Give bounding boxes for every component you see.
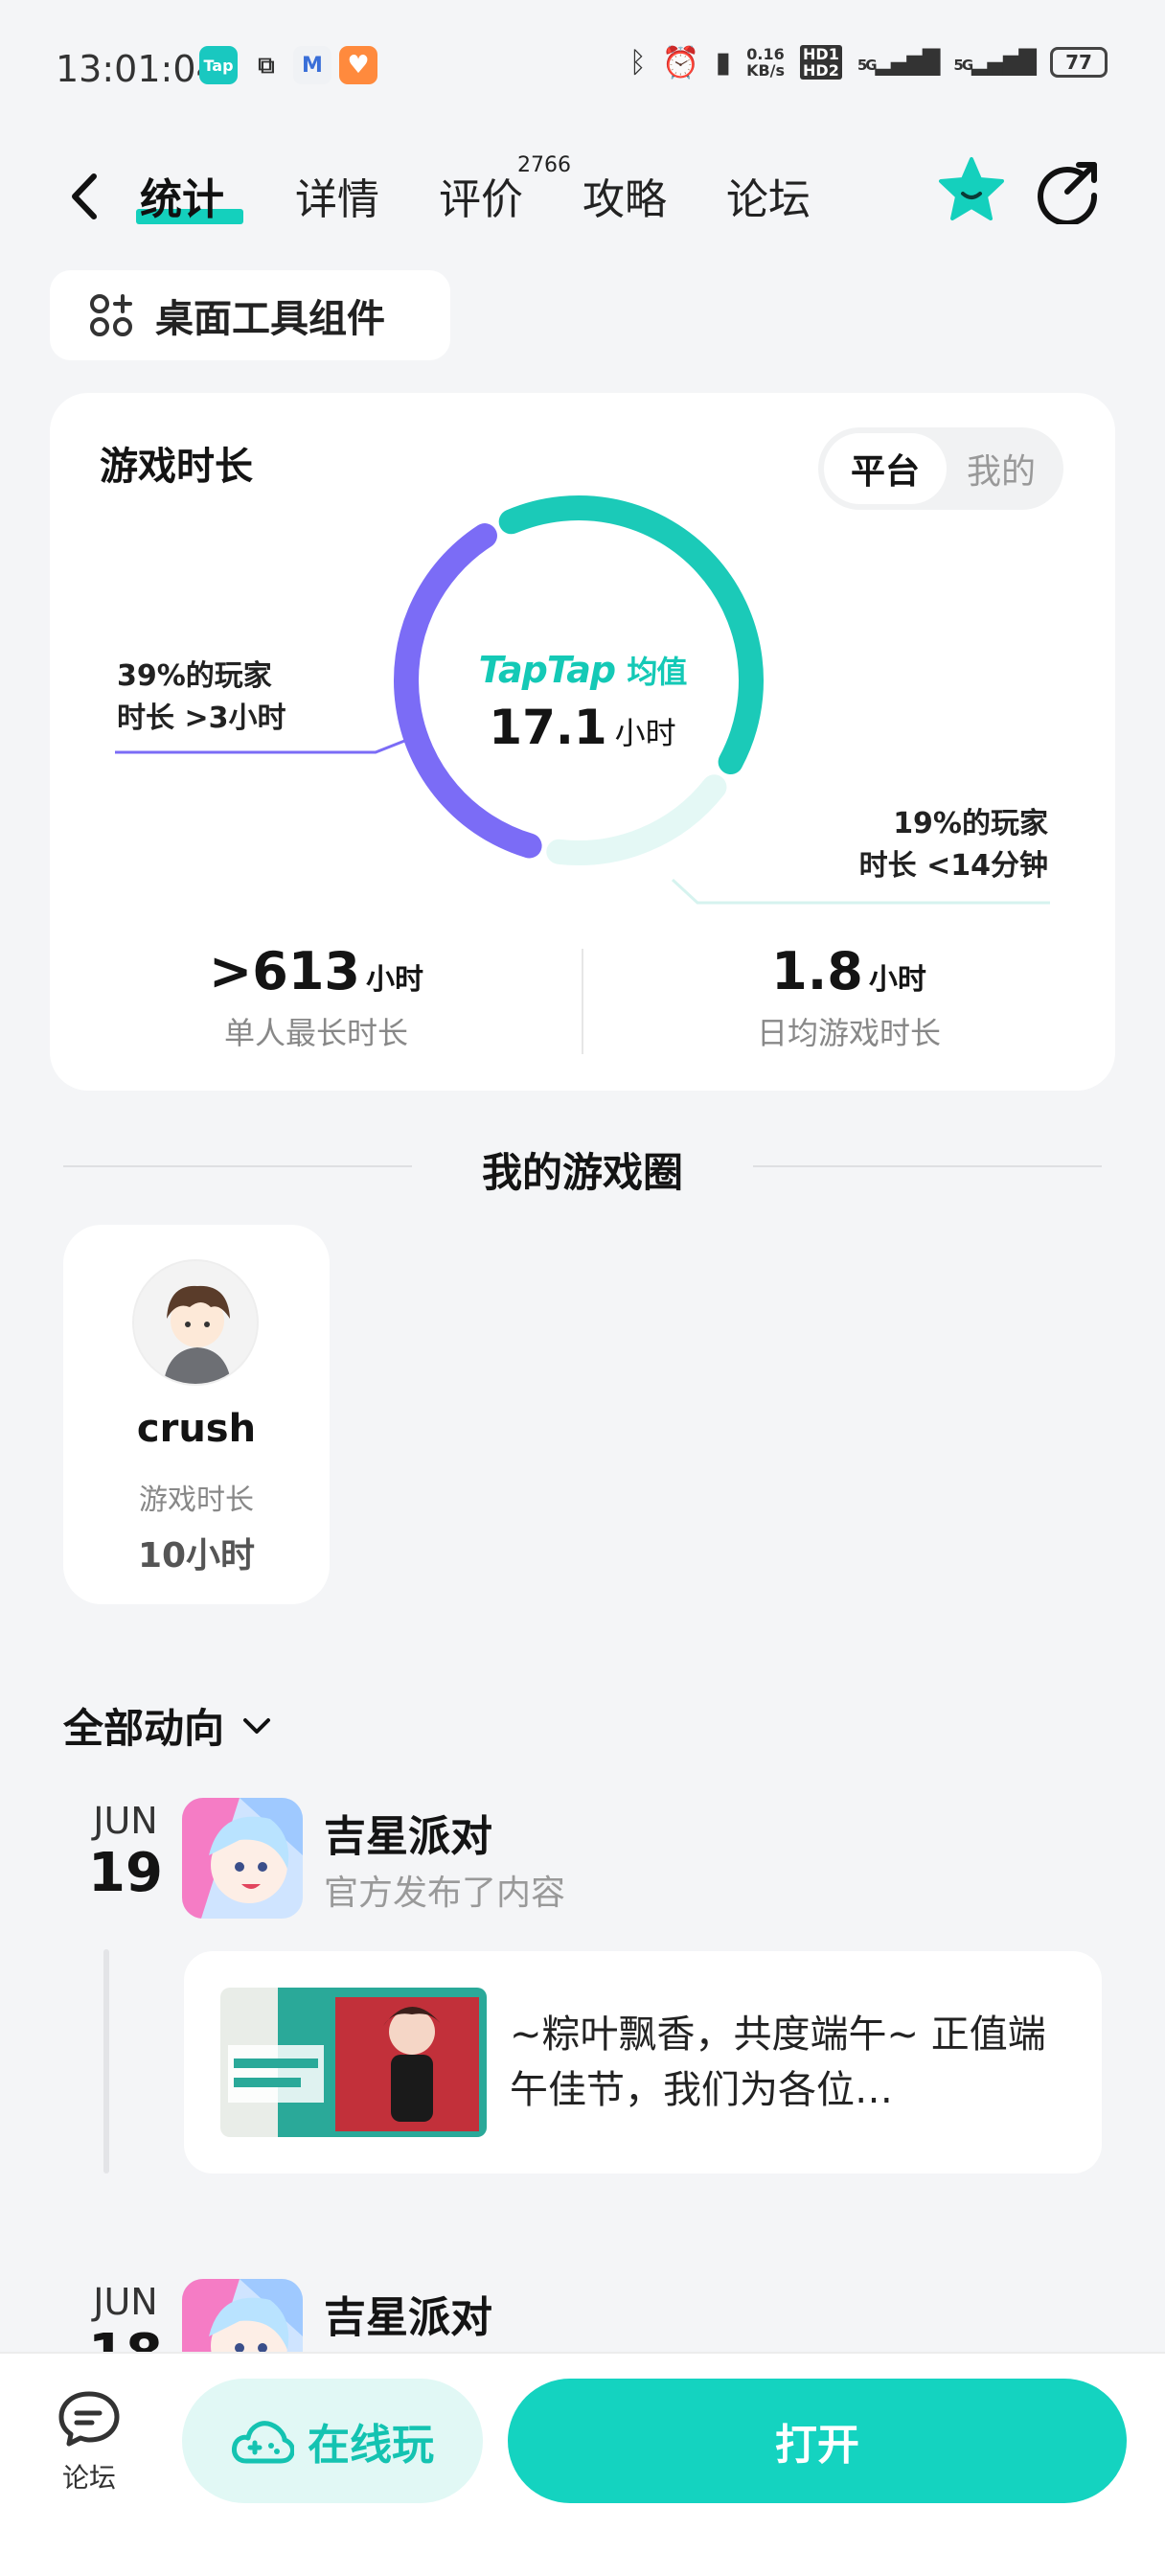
forum-button[interactable]: 论坛 <box>56 2388 123 2496</box>
status-icons: ᛒ ⏰ ▮ 0.16 KB/s HD1 HD2 5G▂▄▆█ 5G▂▄▆█ 77 <box>629 44 1108 80</box>
desktop-widget-button[interactable]: 桌面工具组件 <box>50 270 450 360</box>
feed-date-month: JUN <box>93 1800 158 1842</box>
cloud-gamepad-icon <box>232 2421 294 2464</box>
tab-details[interactable]: 详情 <box>295 165 379 226</box>
play-online-button[interactable]: 在线玩 <box>182 2379 483 2503</box>
donut-segment-short <box>546 774 727 865</box>
share-icon[interactable] <box>1035 157 1102 224</box>
bluetooth-icon: ᛒ <box>628 45 647 80</box>
timeline-bar <box>103 1949 109 2174</box>
mail-app-icon: M <box>293 46 331 84</box>
chat-bubble-icon <box>58 2391 120 2447</box>
review-count-badge: 2766 <box>517 153 571 177</box>
max-playtime-stat: >613 小时 单人最长时长 <box>209 941 423 1051</box>
post-card[interactable]: ~粽叶飘香，共度端午~ 正值端午佳节，我们为各位… <box>184 1951 1102 2174</box>
game-circle-title: 我的游戏圈 <box>481 1149 683 1196</box>
tab-forum[interactable]: 论坛 <box>726 165 811 226</box>
signal-icon-1: 5G▂▄▆█ <box>857 49 941 76</box>
heart-app-icon: ♥ <box>339 46 377 84</box>
post-thumbnail <box>220 1988 487 2137</box>
forum-label: 论坛 <box>61 2462 116 2494</box>
star-favorite-icon[interactable] <box>937 155 1006 224</box>
feed-filter-label: 全部动向 <box>63 1705 225 1752</box>
bottom-action-bar: 论坛 在线玩 打开 <box>0 2352 1165 2576</box>
playtime-stats-card: 游戏时长 平台 我的 TapTap 均值 17.1 小时 39%的玩家 时长 >3… <box>50 393 1115 1091</box>
game-name[interactable]: 吉星派对 <box>324 1802 492 1863</box>
signal-icon-2: 5G▂▄▆█ <box>953 49 1037 76</box>
post-excerpt: ~粽叶飘香，共度端午~ 正值端午佳节，我们为各位… <box>510 2012 1046 2112</box>
feed-date-day: 19 <box>88 1842 163 1904</box>
clock: 13:01:04 <box>56 48 219 90</box>
chevron-down-icon <box>243 1717 271 1734</box>
play-online-label: 在线玩 <box>308 2421 434 2470</box>
friend-playtime-label: 游戏时长 <box>139 1484 254 1517</box>
back-arrow-icon[interactable] <box>61 163 109 230</box>
feed-date-month: JUN <box>93 2281 158 2323</box>
battery-icon: 77 <box>1050 47 1108 78</box>
friend-playtime-value: 10小时 <box>137 1536 256 1576</box>
status-bar: 13:01:04 Tap ⧉ M ♥ ᛒ ⏰ ▮ 0.16 KB/s HD1 H… <box>0 0 1165 134</box>
taptap-app-icon: Tap <box>199 46 238 84</box>
game-name[interactable]: 吉星派对 <box>324 2283 492 2344</box>
net-speed: 0.16 KB/s <box>746 45 786 80</box>
note-long-players: 39%的玩家 时长 >3小时 <box>117 659 286 735</box>
avatar <box>132 1259 259 1386</box>
vibrate-icon: ▮ <box>715 45 732 80</box>
daily-playtime-stat: 1.8 小时 日均游戏时长 <box>756 941 941 1051</box>
open-game-button[interactable]: 打开 <box>508 2379 1127 2503</box>
feed-filter-dropdown[interactable]: 全部动向 <box>63 1696 276 1755</box>
note-short-players: 19%的玩家 时长 <14分钟 <box>858 807 1048 883</box>
tab-stats[interactable]: 统计 <box>140 165 224 226</box>
friend-name: crush <box>136 1407 257 1451</box>
tab-guides[interactable]: 攻略 <box>582 165 667 226</box>
sync-app-icon: ⧉ <box>258 52 275 79</box>
game-icon[interactable] <box>182 1798 303 1919</box>
widget-grid-icon <box>90 294 132 336</box>
hd-icon: HD1 HD2 <box>800 45 842 80</box>
tab-reviews[interactable]: 评价 <box>439 165 523 226</box>
feed-action: 官方发布了内容 <box>324 1874 566 1913</box>
widget-label: 桌面工具组件 <box>155 297 385 341</box>
friend-card[interactable]: crush 游戏时长 10小时 <box>63 1225 330 1604</box>
alarm-icon: ⏰ <box>661 44 700 80</box>
